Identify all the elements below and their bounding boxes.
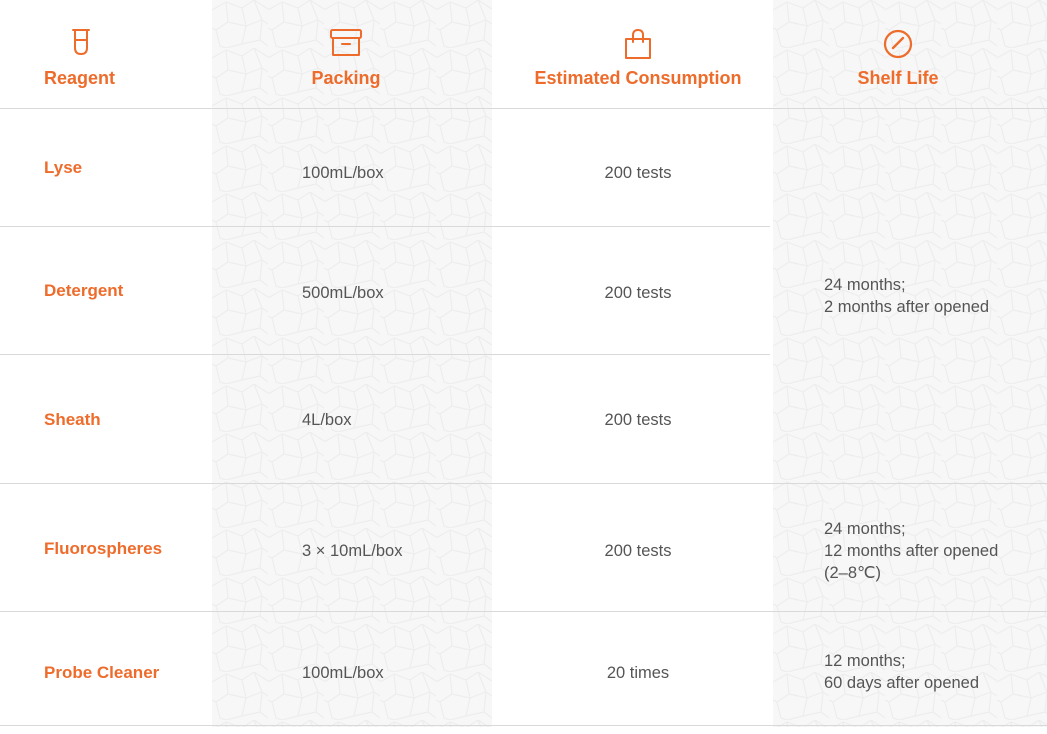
cell-reagent: Lyse [44,157,83,177]
cell-consumption: 200 tests [604,411,672,429]
cell-shelf-life: 12 months; 60 days after opened [824,612,979,732]
gauge-icon [881,28,915,62]
cell-reagent: Fluorospheres [44,539,163,558]
shelf-life-line: 12 months; [824,652,906,670]
cell-reagent: Sheath [44,410,101,429]
shelf-life-line: (2–8℃) [824,564,882,582]
cell-consumption: 200 tests [604,163,672,182]
column-header-packing: Packing [290,28,402,94]
header-label-packing: Packing [311,68,381,88]
shelf-life-line: 12 months after opened [824,542,999,560]
column-header-reagent: Reagent [44,28,115,94]
column-header-shelf-life: Shelf Life [838,28,958,94]
shopping-bag-icon [623,28,653,62]
shelf-life-line: 24 months; [824,520,906,538]
cell-shelf-life: 24 months; 12 months after opened (2–8℃) [824,484,998,618]
shelf-life-line: 2 months after opened [824,298,990,316]
cell-packing: 500mL/box [302,283,384,302]
header-label-consumption: Estimated Consumption [534,68,742,88]
cell-consumption: 200 tests [604,283,672,302]
cell-packing: 3 × 10mL/box [302,542,403,560]
header-label-shelf-life: Shelf Life [857,68,939,88]
cell-packing: 100mL/box [302,163,384,182]
cell-packing: 4L/box [302,411,352,429]
column-header-consumption: Estimated Consumption [512,28,764,94]
box-icon [329,28,363,62]
cell-packing: 100mL/box [302,664,384,682]
cell-consumption: 20 times [606,664,670,682]
shelf-life-line: 24 months; [824,276,906,294]
cell-shelf-life: 24 months; 2 months after opened [824,109,989,483]
beaker-icon [44,28,92,62]
header-label-reagent: Reagent [44,68,116,88]
cell-consumption: 200 tests [604,542,672,560]
shelf-life-line: 60 days after opened [824,674,980,692]
cell-reagent: Probe Cleaner [44,663,160,682]
cell-reagent: Detergent [44,280,124,300]
